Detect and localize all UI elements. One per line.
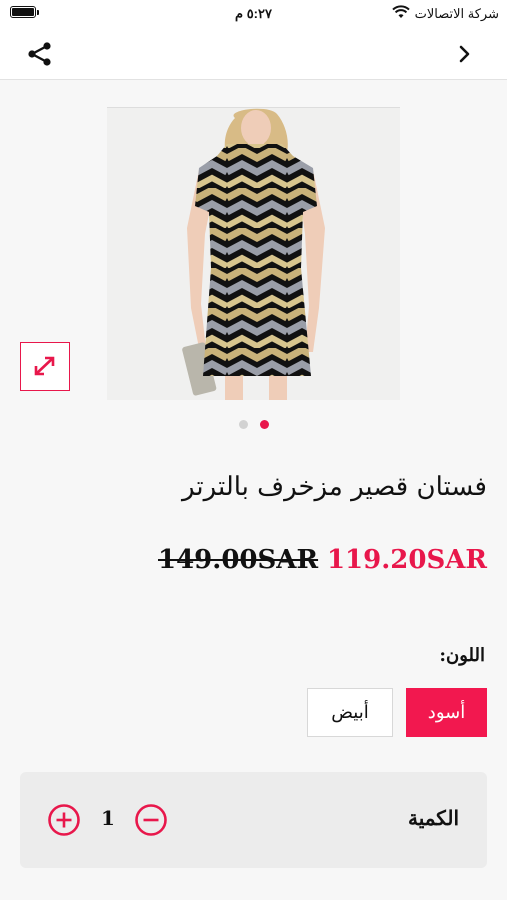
- share-icon: [28, 42, 51, 66]
- color-option-white[interactable]: أبيض: [307, 688, 393, 737]
- dress-photo: [107, 108, 400, 400]
- plus-circle-icon: [48, 804, 80, 836]
- original-price: 149.00SAR: [158, 545, 319, 575]
- page-dot-1[interactable]: [239, 420, 248, 429]
- quantity-label: الكمية: [407, 806, 459, 830]
- nav-bar: [0, 28, 507, 80]
- share-button[interactable]: [26, 40, 54, 68]
- color-label: اللون:: [439, 645, 485, 666]
- color-option-black[interactable]: أسود: [406, 688, 487, 737]
- wifi-icon: [391, 5, 410, 22]
- quantity-increase-button[interactable]: [47, 803, 81, 837]
- quantity-selector: الكمية 1: [20, 772, 487, 868]
- product-image[interactable]: [107, 107, 400, 400]
- sale-price: 119.20SAR: [326, 545, 487, 575]
- minus-circle-icon: [135, 804, 167, 836]
- quantity-decrease-button[interactable]: [134, 803, 168, 837]
- back-button[interactable]: [457, 42, 473, 66]
- quantity-value: 1: [101, 806, 115, 830]
- chevron-right-icon: [459, 45, 470, 63]
- expand-icon: [34, 356, 55, 376]
- product-title: فستان قصير مزخرف بالترتر: [182, 472, 487, 502]
- gallery-pagination: [0, 420, 507, 430]
- status-right: شركة الاتصالات: [391, 5, 499, 22]
- expand-button[interactable]: [20, 342, 70, 391]
- status-bar: ٥:٢٧ م شركة الاتصالات: [0, 0, 507, 28]
- carrier-name: شركة الاتصالات: [414, 5, 499, 21]
- page-dot-2-active[interactable]: [260, 420, 269, 429]
